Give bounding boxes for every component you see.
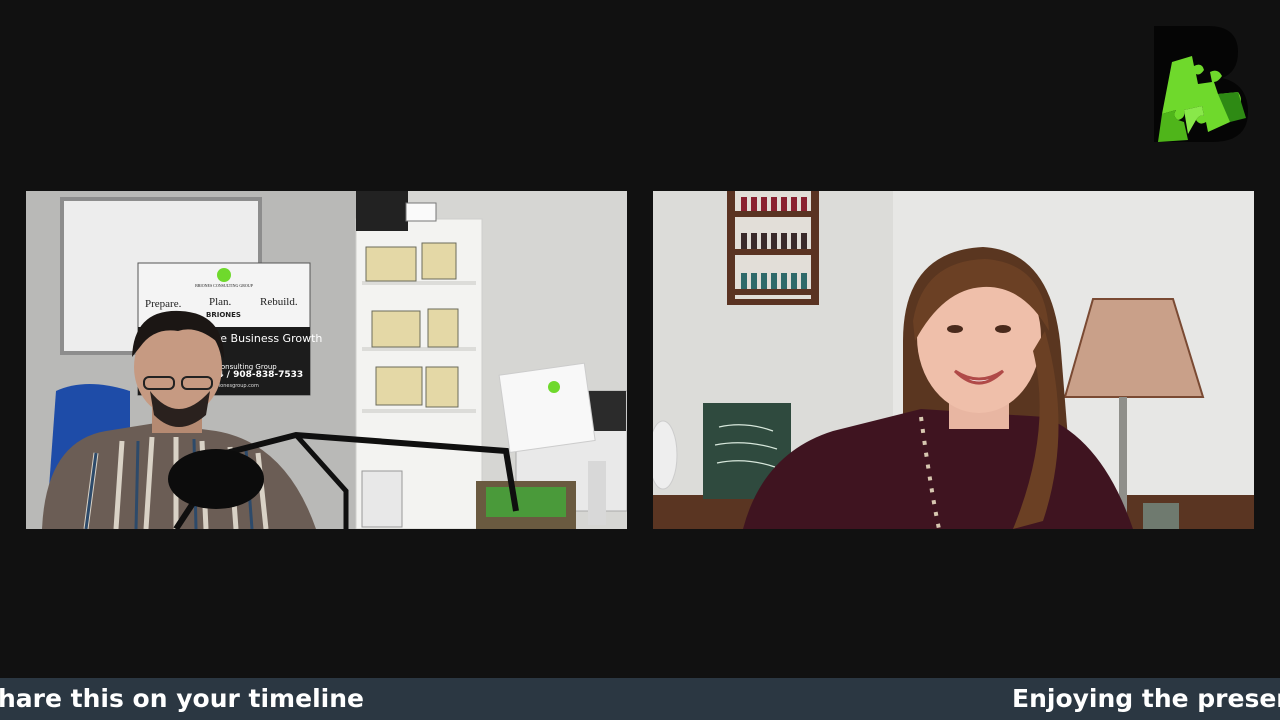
sign-headline: re Business Growth xyxy=(216,332,322,345)
sign-tagline-rebuild: Rebuild. xyxy=(260,296,298,308)
sign-tagline-prepare: Prepare. xyxy=(145,298,182,310)
ticker-bar: hare this on your timeline Enjoying the … xyxy=(0,678,1280,720)
ticker-message-enjoying: Enjoying the presentation xyxy=(1012,684,1280,713)
participant-video-host[interactable]: BRIONES CONSULTING GROUP Prepare. Plan. … xyxy=(26,191,627,529)
ticker-message-share: hare this on your timeline xyxy=(0,684,364,713)
sign-tagline-plan: Plan. xyxy=(209,296,232,308)
sign-phone: 14 / 908-838-7533 xyxy=(211,370,303,380)
sign-website: ...ionesgroup.com xyxy=(214,383,259,389)
sign-company-small: BRIONES CONSULTING GROUP xyxy=(195,283,254,288)
sign-briones: BRIONES xyxy=(206,311,241,319)
participant-video-guest[interactable] xyxy=(653,191,1254,529)
guest-video-frame xyxy=(653,191,1254,529)
puzzle-b-logo-icon xyxy=(1154,26,1248,142)
host-video-frame: BRIONES CONSULTING GROUP Prepare. Plan. … xyxy=(26,191,627,529)
